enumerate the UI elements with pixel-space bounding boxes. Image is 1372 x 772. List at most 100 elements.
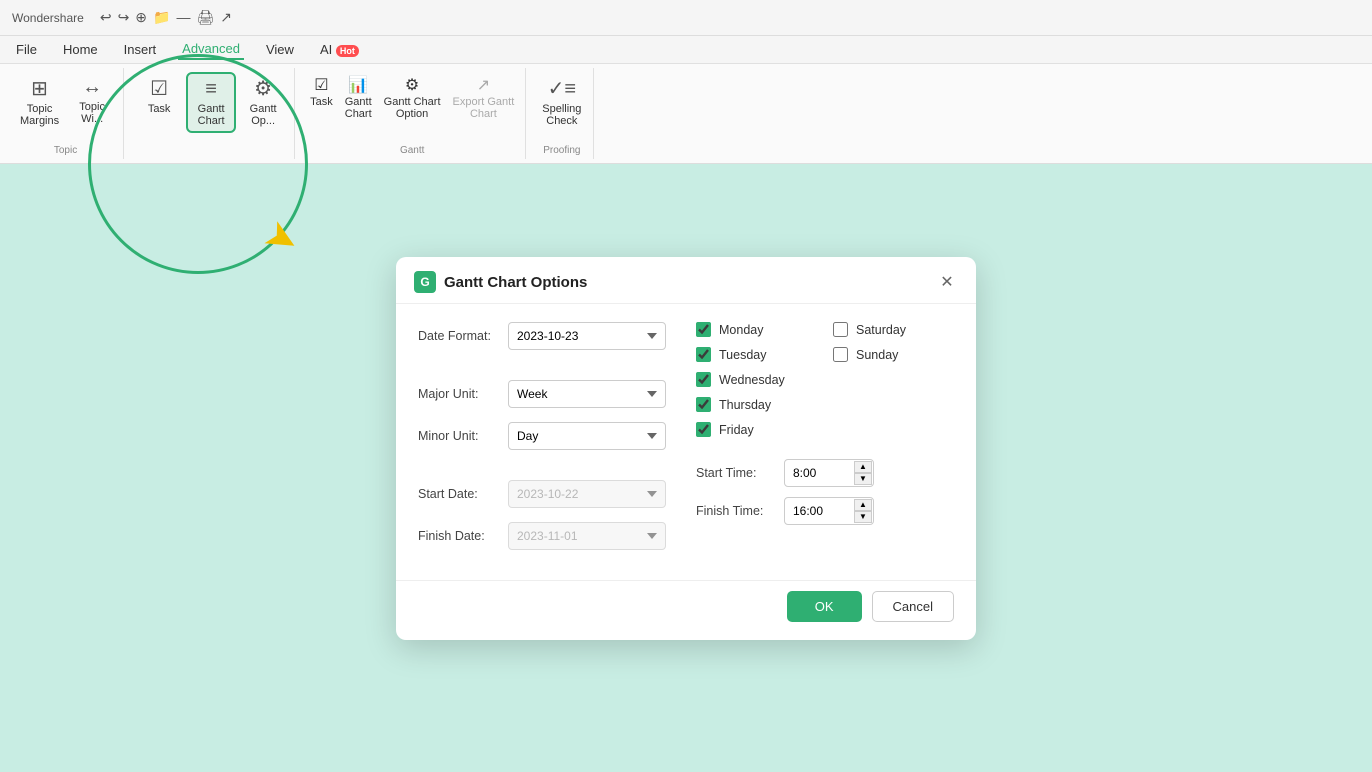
weekdays-column: Monday Tuesday Wednesday Thursday [696,322,817,447]
finish-time-spinners: ▲ ▼ [854,499,872,523]
dialog-header: G Gantt Chart Options ✕ [396,257,976,304]
finish-date-select: 2023-11-01 [508,522,666,550]
task-small-button[interactable]: ☑ Task [305,72,338,111]
dialog-icon: G [414,271,436,293]
saturday-row: Saturday [833,322,954,337]
thursday-checkbox[interactable] [696,397,711,412]
menu-view[interactable]: View [262,40,298,59]
task-button[interactable]: ☑ Task [134,72,184,119]
menu-ai[interactable]: AI Hot [316,40,363,59]
start-time-spinners: ▲ ▼ [854,461,872,485]
sunday-label: Sunday [856,348,898,362]
wednesday-row: Wednesday [696,372,817,387]
ribbon-group-proofing: ✓≡ SpellingCheck Proofing [530,68,594,159]
ribbon-group-task-gantt: ☑ Task ≡ Gantt Chart ⚙ Gantt Op... [128,68,295,159]
export-gantt-icon: ↗ [477,75,490,95]
finish-date-row: Finish Date: 2023-11-01 [418,522,666,550]
start-time-row: Start Time: ▲ ▼ [696,459,954,487]
start-time-label: Start Time: [696,466,776,480]
gantt-chart-options-dialog: G Gantt Chart Options ✕ Date Format: 202… [396,257,976,640]
minimize-icon[interactable]: — [176,9,190,26]
minor-unit-select[interactable]: Day Week Month [508,422,666,450]
date-format-row: Date Format: 2023-10-23 [418,322,666,350]
minor-unit-row: Minor Unit: Day Week Month [418,422,666,450]
menu-insert[interactable]: Insert [120,40,161,59]
spelling-check-button[interactable]: ✓≡ SpellingCheck [536,72,587,131]
proofing-group-label: Proofing [536,143,587,159]
start-date-label: Start Date: [418,487,498,501]
task-icon: ☑ [150,76,168,101]
sunday-checkbox[interactable] [833,347,848,362]
date-format-select[interactable]: 2023-10-23 [508,322,666,350]
monday-row: Monday [696,322,817,337]
friday-label: Friday [719,423,754,437]
saturday-checkbox[interactable] [833,322,848,337]
folder-icon[interactable]: 📁 [153,9,170,26]
app-bar: Wondershare ↩ ↪ ⊕ 📁 — 🖨 ↗ [0,0,1372,36]
finish-time-label: Finish Time: [696,504,776,518]
wednesday-checkbox[interactable] [696,372,711,387]
finish-time-row: Finish Time: ▲ ▼ [696,497,954,525]
task-small-icon: ☑ [314,75,328,95]
print-icon[interactable]: 🖨 [196,9,214,26]
redo-icon[interactable]: ↪ [118,9,130,26]
sunday-row: Sunday [833,347,954,362]
menu-advanced[interactable]: Advanced [178,39,244,60]
start-date-row: Start Date: 2023-10-22 [418,480,666,508]
start-time-wrapper: ▲ ▼ [784,459,874,487]
topic-width-button[interactable]: ↔ Topic Wi... [67,72,117,129]
new-tab-icon[interactable]: ⊕ [135,9,147,26]
gantt-chart-option-button[interactable]: ⚙ Gantt ChartOption [379,72,446,123]
wednesday-label: Wednesday [719,373,785,387]
export-icon[interactable]: ↗ [220,9,232,26]
gantt-option-button[interactable]: ⚙ Gantt Op... [238,72,288,131]
cancel-button[interactable]: Cancel [872,591,954,622]
dialog-footer: OK Cancel [396,580,976,640]
friday-checkbox[interactable] [696,422,711,437]
gantt-group-label: Gantt [305,143,519,159]
dialog-left-column: Date Format: 2023-10-23 Major Unit: Week… [418,322,686,564]
major-unit-label: Major Unit: [418,387,498,401]
tuesday-row: Tuesday [696,347,817,362]
ai-hot-badge: Hot [336,45,359,57]
ribbon-group-topic: ⊞ Topic Margins ↔ Topic Wi... Topic [8,68,124,159]
weekend-column: Saturday Sunday [833,322,954,447]
tuesday-checkbox[interactable] [696,347,711,362]
dialog-overlay: G Gantt Chart Options ✕ Date Format: 202… [0,165,1372,772]
topic-margins-icon: ⊞ [31,76,48,101]
tuesday-label: Tuesday [719,348,766,362]
topic-margins-button[interactable]: ⊞ Topic Margins [14,72,65,131]
app-logo: Wondershare [12,11,84,25]
finish-time-up-button[interactable]: ▲ [854,499,872,511]
days-section: Monday Tuesday Wednesday Thursday [696,322,954,447]
ok-button[interactable]: OK [787,591,862,622]
menu-bar: File Home Insert Advanced View AI Hot [0,36,1372,64]
spelling-check-icon: ✓≡ [548,76,576,101]
friday-row: Friday [696,422,817,437]
menu-file[interactable]: File [12,40,41,59]
gantt-chart-option-icon: ⚙ [405,75,419,95]
start-date-select: 2023-10-22 [508,480,666,508]
thursday-label: Thursday [719,398,771,412]
gantt-chart-small-button[interactable]: 📊 GanttChart [340,72,377,123]
monday-checkbox[interactable] [696,322,711,337]
thursday-row: Thursday [696,397,817,412]
finish-time-down-button[interactable]: ▼ [854,511,872,523]
start-time-down-button[interactable]: ▼ [854,473,872,485]
export-gantt-button[interactable]: ↗ Export GanttChart [448,72,520,123]
gantt-chart-button[interactable]: ≡ Gantt Chart [186,72,236,133]
gantt-chart-icon: ≡ [205,78,217,101]
finish-date-label: Finish Date: [418,529,498,543]
task-gantt-group-label [134,154,288,159]
topic-width-icon: ↔ [82,76,102,99]
major-unit-select[interactable]: Week Day Month [508,380,666,408]
undo-icon[interactable]: ↩ [100,9,112,26]
ribbon-group-gantt-tools: ☑ Task 📊 GanttChart ⚙ Gantt ChartOption … [299,68,526,159]
app-bar-actions: ↩ ↪ ⊕ 📁 — 🖨 ↗ [100,9,232,26]
saturday-label: Saturday [856,323,906,337]
ribbon: ⊞ Topic Margins ↔ Topic Wi... Topic ☑ Ta… [0,64,1372,164]
finish-time-wrapper: ▲ ▼ [784,497,874,525]
dialog-close-button[interactable]: ✕ [936,271,958,293]
menu-home[interactable]: Home [59,40,102,59]
start-time-up-button[interactable]: ▲ [854,461,872,473]
